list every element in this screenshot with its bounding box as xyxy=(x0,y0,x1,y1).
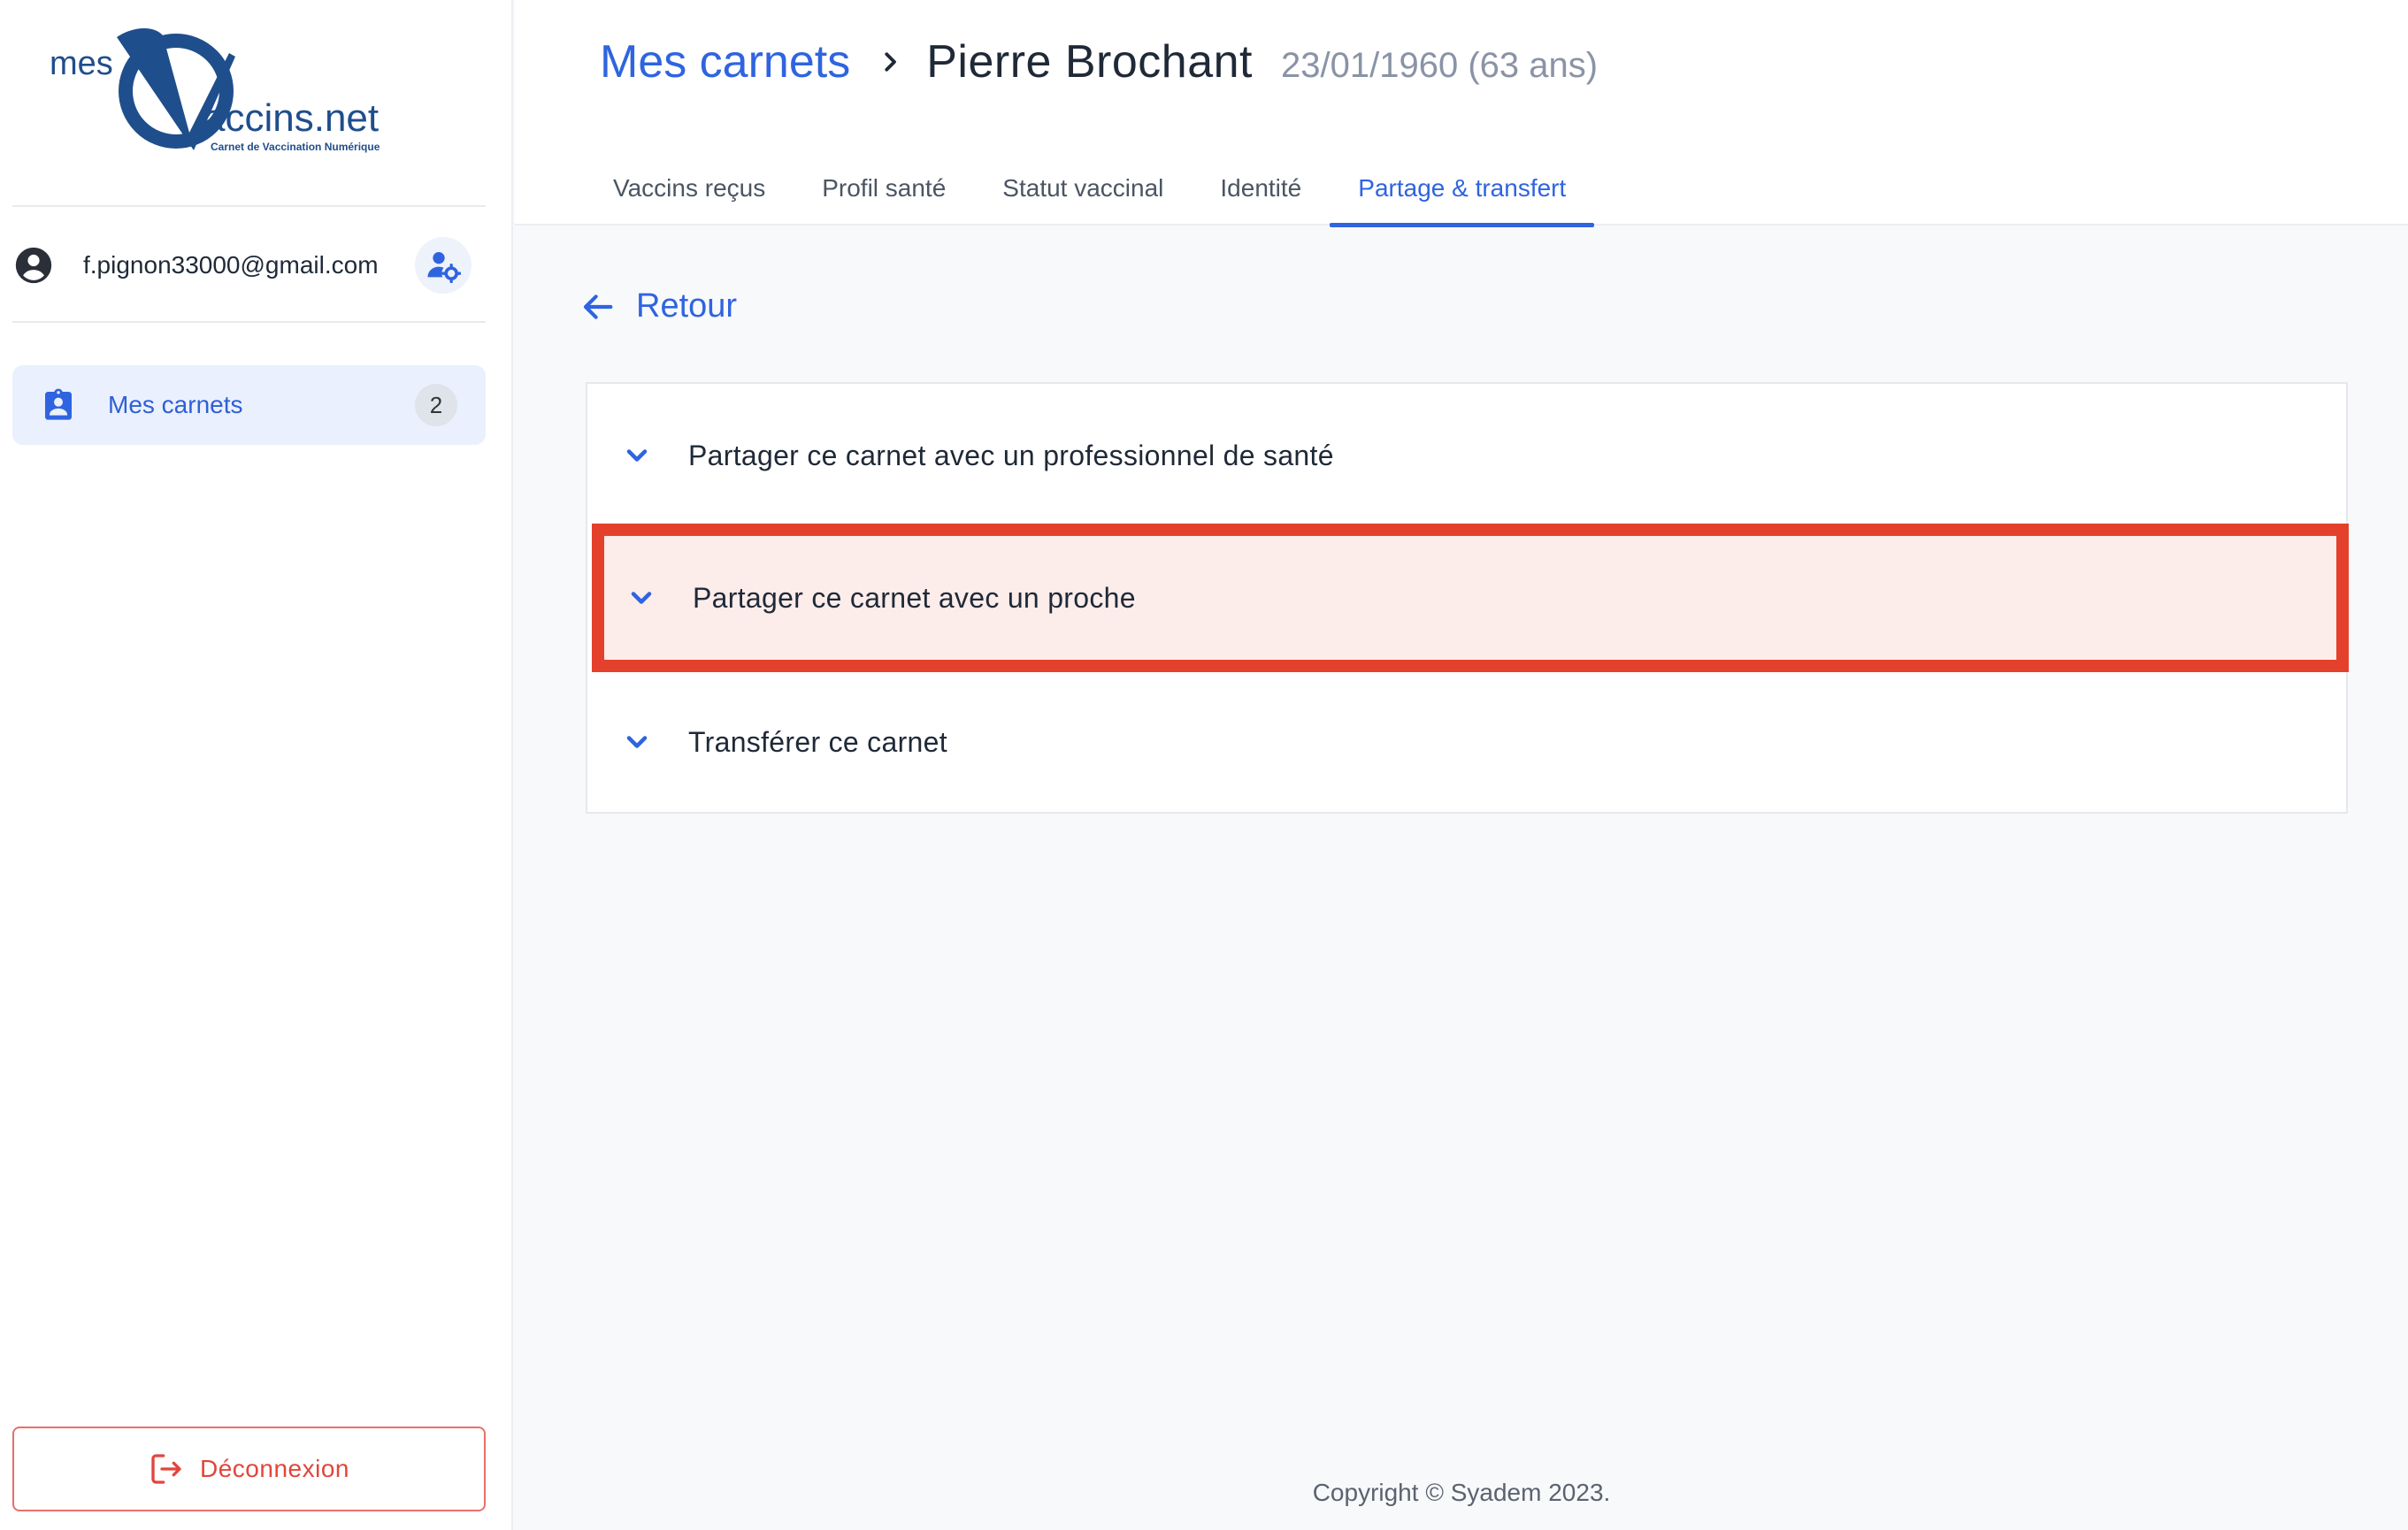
account-circle-icon xyxy=(15,247,52,284)
arrow-left-icon xyxy=(583,294,613,319)
breadcrumb-mes-carnets-link[interactable]: Mes carnets xyxy=(600,35,850,88)
logout-label: Déconnexion xyxy=(200,1455,349,1482)
back-label: Retour xyxy=(636,287,738,325)
footer-copyright: Copyright © Syadem 2023. xyxy=(1312,1479,1611,1506)
sidebar: mes accins.net Carnet de Vaccination Num… xyxy=(0,0,513,1530)
sidebar-item-label: Mes carnets xyxy=(108,391,243,418)
share-transfer-accordion: Partager ce carnet avec un professionnel… xyxy=(586,382,2349,814)
tab-profil-sante[interactable]: Profil santé xyxy=(794,150,974,226)
accordion-label: Partager ce carnet avec un proche xyxy=(693,581,1136,614)
sidebar-item-mes-carnets[interactable]: Mes carnets 2 xyxy=(12,365,486,445)
breadcrumb: Mes carnets Pierre Brochant 23/01/1960 (… xyxy=(600,35,1598,88)
tab-vaccins-recus[interactable]: Vaccins reçus xyxy=(515,150,794,226)
mesvaccins-logo[interactable]: mes accins.net Carnet de Vaccination Num… xyxy=(48,27,402,159)
accordion-label: Partager ce carnet avec un professionnel… xyxy=(688,439,1334,471)
clipboard-account-icon xyxy=(45,388,72,420)
logout-icon xyxy=(151,1454,181,1484)
user-row: f.pignon33000@gmail.com xyxy=(12,232,486,299)
patient-birthdate: 23/01/1960 (63 ans) xyxy=(1281,46,1599,85)
accordion-label: Transférer ce carnet xyxy=(688,725,947,758)
account-settings-button[interactable] xyxy=(415,237,472,294)
tab-statut-vaccinal[interactable]: Statut vaccinal xyxy=(974,150,1192,226)
page-header: Mes carnets Pierre Brochant 23/01/1960 (… xyxy=(515,0,2408,227)
chevron-down-icon xyxy=(631,592,652,604)
user-cog-icon xyxy=(427,252,461,283)
chevron-down-icon xyxy=(626,449,648,462)
sidebar-divider xyxy=(12,205,486,207)
accordion-item-share-relative[interactable]: Partager ce carnet avec un proche xyxy=(592,524,2349,672)
chevron-down-icon xyxy=(626,736,648,748)
logo-graphic: mes accins.net Carnet de Vaccination Num… xyxy=(50,27,380,153)
logo-main: accins.net xyxy=(203,96,379,140)
accordion-item-share-professional[interactable]: Partager ce carnet avec un professionnel… xyxy=(587,384,2346,527)
logout-button[interactable]: Déconnexion xyxy=(12,1427,486,1511)
user-email: f.pignon33000@gmail.com xyxy=(83,251,379,279)
sidebar-divider xyxy=(12,321,486,323)
accordion-item-transfer[interactable]: Transférer ce carnet xyxy=(587,670,2346,814)
logo-tagline: Carnet de Vaccination Numérique xyxy=(211,141,380,153)
tab-bar: Vaccins reçus Profil santé Statut vaccin… xyxy=(515,150,1595,227)
chevron-right-icon xyxy=(885,52,897,72)
logo-prefix: mes xyxy=(50,45,113,82)
page-title: Pierre Brochant xyxy=(926,36,1254,88)
back-button[interactable]: Retour xyxy=(581,287,737,325)
count-badge: 2 xyxy=(415,384,457,426)
tab-identite[interactable]: Identité xyxy=(1192,150,1330,226)
tab-partage-transfert[interactable]: Partage & transfert xyxy=(1330,150,1595,227)
